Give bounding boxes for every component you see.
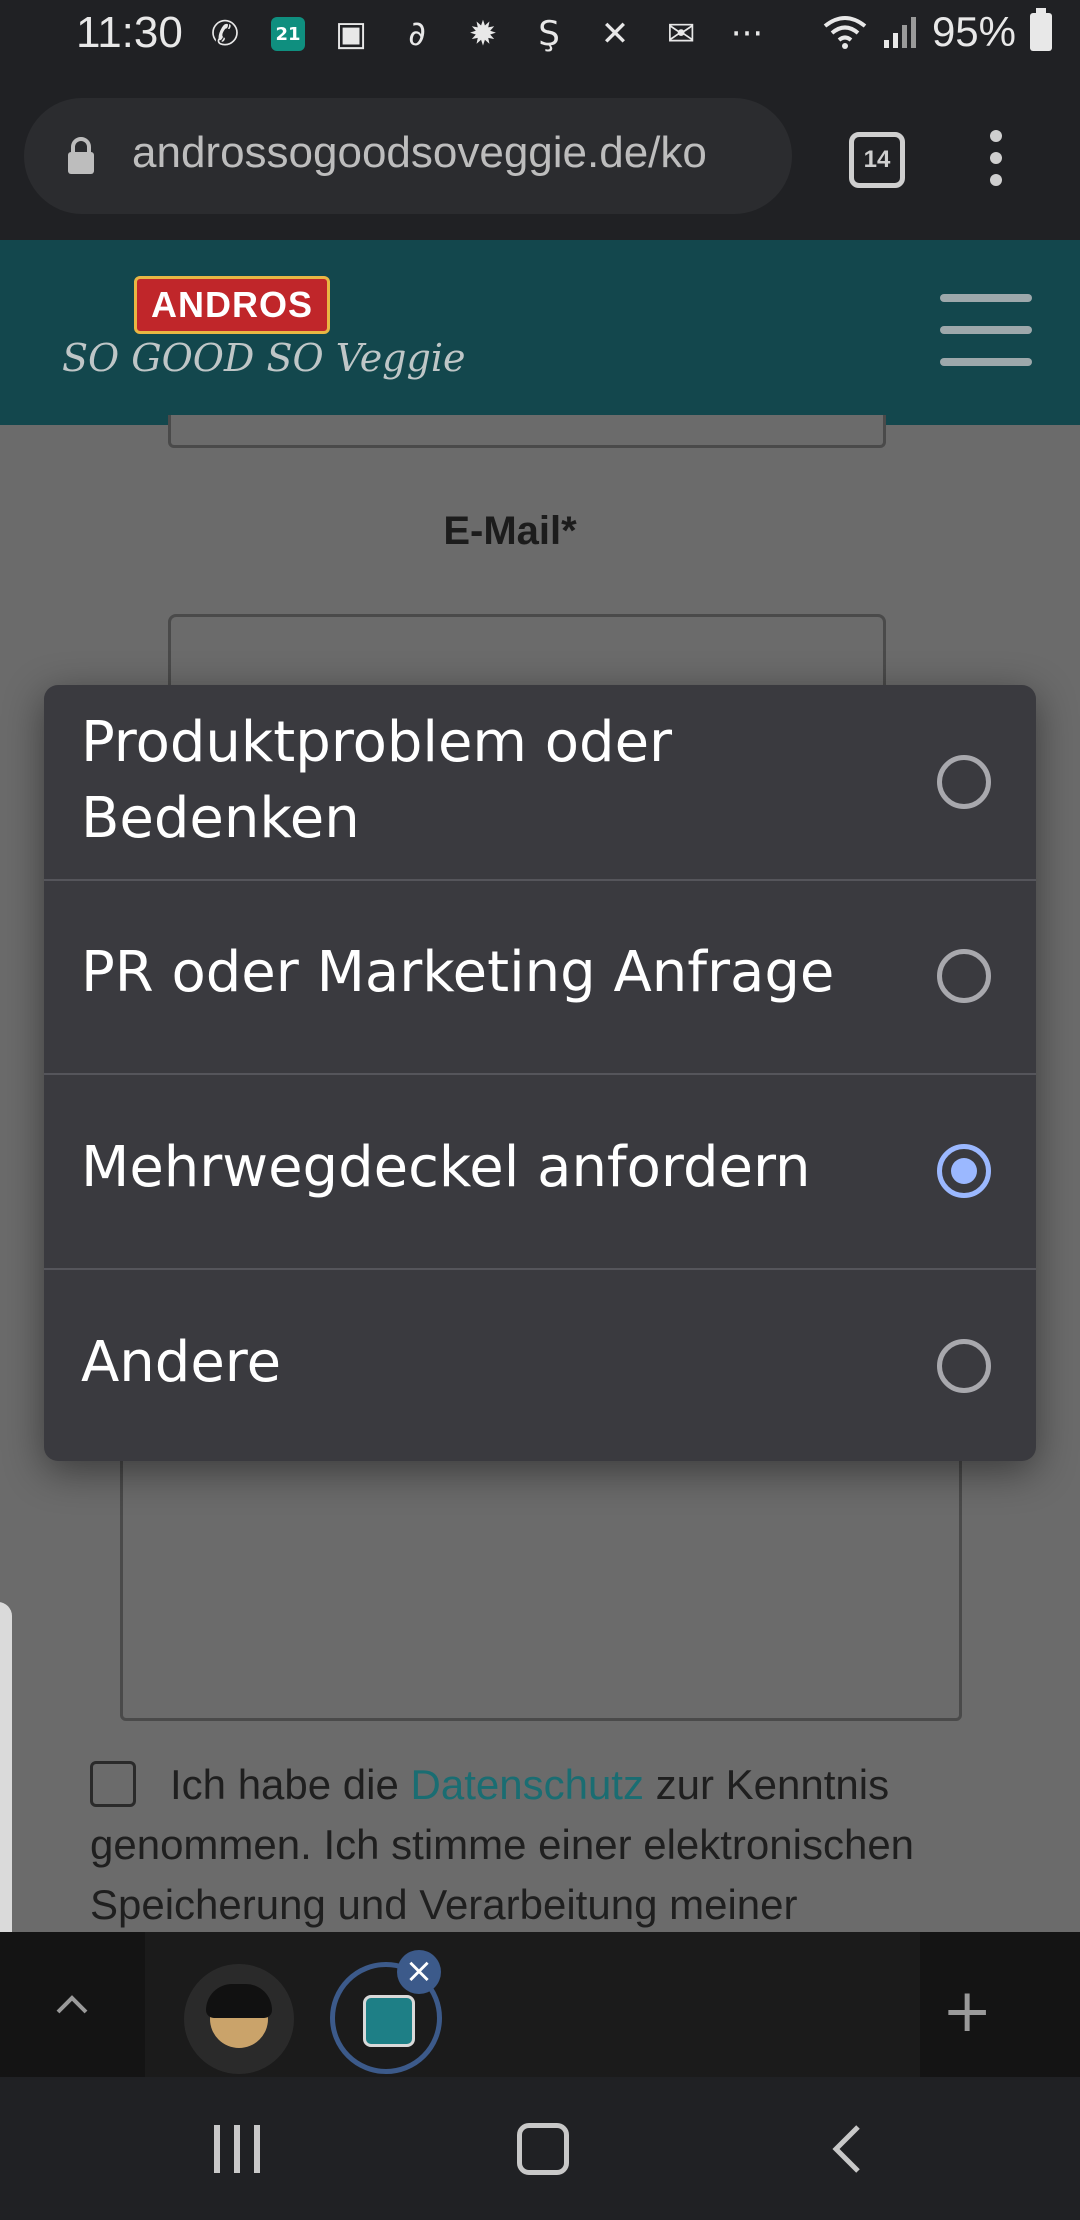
option-label: PR oder Marketing Anfrage — [81, 940, 835, 1005]
subject-select-dialog: Produktproblem oder Bedenken PR oder Mar… — [44, 685, 1036, 1461]
info-app-icon: ▣ — [334, 14, 368, 54]
whatsapp-icon: ✆ — [210, 14, 240, 54]
consent-text: Ich habe die Datenschutz zur Kenntnis ge… — [90, 1755, 1010, 1935]
email-label: E-Mail* — [443, 509, 577, 553]
expand-strip-area — [0, 1932, 145, 2077]
hamburger-menu-icon[interactable] — [940, 294, 1032, 366]
calendar-icon: 21 — [271, 17, 305, 51]
system-indicators: 95% — [822, 8, 1052, 56]
battery-percent: 95% — [931, 8, 1016, 55]
option-label: Produktproblem oder Bedenken — [81, 710, 673, 851]
lock-icon — [68, 137, 94, 174]
signal-icon — [883, 17, 916, 48]
consent-checkbox[interactable] — [90, 1761, 136, 1807]
logo-brand: ANDROS — [134, 276, 331, 334]
privacy-link[interactable]: Datenschutz — [411, 1761, 644, 1808]
tab-thumbnail[interactable] — [184, 1964, 294, 2074]
close-icon[interactable]: × — [397, 1950, 441, 1994]
signature-icon: ∂ — [408, 14, 426, 54]
option-pr-marketing[interactable]: PR oder Marketing Anfrage — [44, 879, 1036, 1075]
plus-icon[interactable]: + — [942, 1976, 992, 2046]
option-mehrwegdeckel[interactable]: Mehrwegdeckel anfordern — [44, 1074, 1036, 1270]
system-navigation-bar — [0, 2077, 1080, 2220]
message-textarea[interactable] — [120, 1445, 962, 1721]
clock: 11:30 — [76, 8, 183, 57]
status-bar: 11:30 ✆ 21 ▣ ∂ ✹ Ş ✕ ✉ ··· 95% — [0, 0, 1080, 72]
radio-button[interactable] — [937, 949, 991, 1003]
option-label: Mehrwegdeckel anfordern — [81, 1135, 811, 1200]
discount-icon: ✹ — [468, 14, 498, 54]
back-icon[interactable] — [826, 2123, 866, 2175]
logo-tagline: SO GOOD SO Veggie — [62, 336, 466, 380]
consent-prefix: Ich habe die — [170, 1761, 411, 1808]
url-text: androssogoodsoveggie.de/ko — [132, 128, 707, 177]
radio-button-selected[interactable] — [937, 1144, 991, 1198]
option-label: Andere — [81, 1330, 282, 1395]
site-logo[interactable]: ANDROS SO GOOD SO Veggie — [62, 276, 465, 396]
address-bar[interactable]: androssogoodsoveggie.de/ko — [24, 98, 792, 214]
tab-switcher-button[interactable]: 14 — [849, 132, 905, 188]
recent-apps-icon[interactable] — [214, 2125, 260, 2173]
mail-icon: ✉ — [666, 14, 696, 54]
new-tab-area: + — [920, 1932, 1080, 2077]
site-header: ANDROS SO GOOD SO Veggie — [0, 240, 1080, 425]
wifi-icon — [823, 16, 867, 49]
s-app-icon: Ş — [538, 14, 560, 54]
chevron-up-icon[interactable] — [52, 1984, 92, 2024]
option-andere[interactable]: Andere — [44, 1269, 1036, 1461]
avatar-hair — [206, 1984, 272, 2018]
more-notifications-icon: ··· — [730, 14, 764, 54]
battery-icon — [1030, 8, 1052, 51]
notification-icons: ✆ 21 ▣ ∂ ✹ Ş ✕ ✉ ··· — [205, 12, 767, 56]
menu-more-icon[interactable] — [980, 130, 1010, 190]
xing-icon: ✕ — [600, 14, 630, 54]
browser-toolbar: androssogoodsoveggie.de/ko 14 — [0, 72, 1080, 240]
home-icon[interactable] — [517, 2123, 569, 2175]
radio-button[interactable] — [937, 755, 991, 809]
radio-button[interactable] — [937, 1339, 991, 1393]
app-tile-icon — [363, 1995, 415, 2047]
consent-block: Ich habe die Datenschutz zur Kenntnis ge… — [90, 1755, 1010, 1935]
option-produktproblem[interactable]: Produktproblem oder Bedenken — [44, 685, 1036, 881]
bottom-tab-strip: × + — [0, 1932, 1080, 2077]
previous-field[interactable] — [168, 415, 886, 448]
